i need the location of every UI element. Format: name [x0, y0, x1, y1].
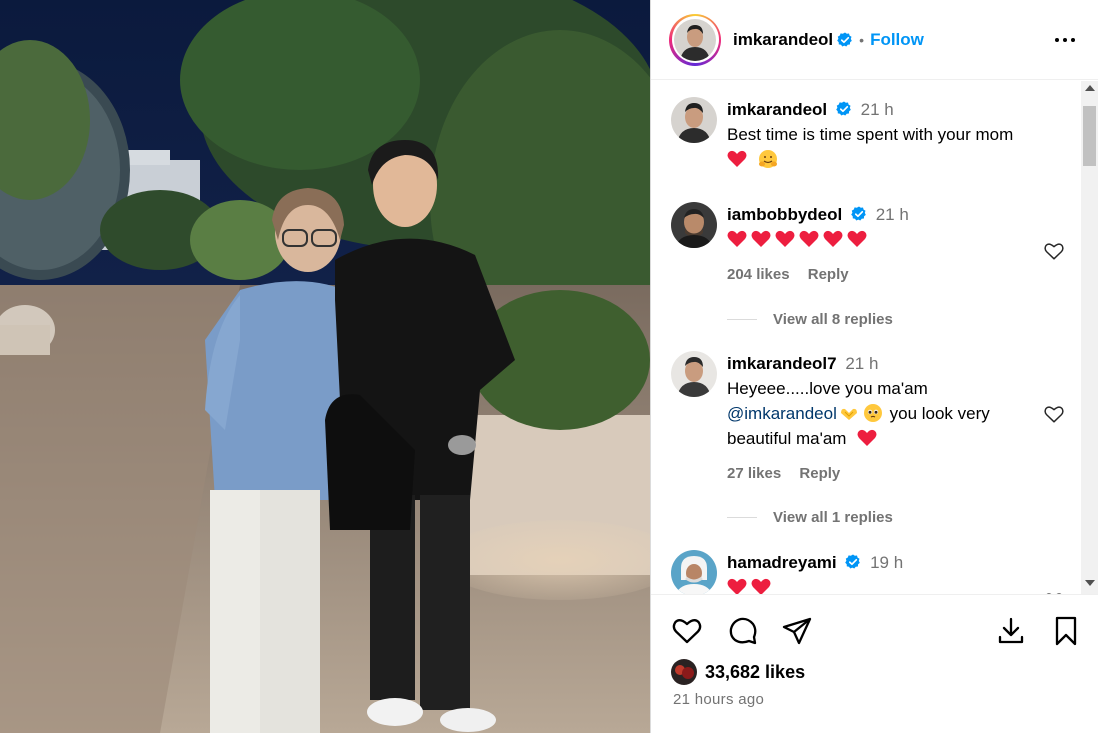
comment-username[interactable]: hamadreyami [727, 553, 837, 572]
comment-username[interactable]: imkarandeol [727, 100, 827, 119]
comment-time[interactable]: 19 h [870, 553, 903, 572]
post-actions: 33,682 likes 21 hours ago [651, 594, 1098, 733]
comment-time[interactable]: 21 h [876, 205, 909, 224]
red-heart-emoji [727, 150, 747, 167]
red-heart-emoji [847, 230, 867, 247]
avatar [674, 18, 716, 61]
avatar[interactable] [671, 351, 717, 397]
red-heart-emoji [751, 230, 771, 247]
comment-text-line1: Heyeee.....love you ma'am [727, 379, 928, 398]
red-heart-emoji [751, 578, 771, 594]
heart-icon[interactable] [1043, 240, 1065, 262]
heart-hands-emoji [840, 408, 857, 420]
verified-icon [837, 32, 852, 46]
comment-item: iambobbydeol 21 h 204 likes Reply [671, 202, 1071, 287]
red-heart-emoji [727, 578, 747, 594]
comments-list[interactable]: imkarandeol 21 h Best time is time spent… [651, 81, 1082, 594]
comment-meta: 27 likes Reply [727, 461, 1071, 486]
red-heart-emoji [823, 230, 843, 247]
caption-text: Best time is time spent with your mom [727, 125, 1014, 144]
view-replies-button[interactable]: View all 8 replies [727, 311, 893, 328]
view-replies-label: View all 8 replies [773, 311, 893, 328]
likes-summary[interactable]: 33,682 likes [671, 659, 805, 685]
comment-text-line2: you look very [889, 404, 990, 423]
heart-icon[interactable] [671, 615, 703, 647]
post-header: imkarandeol • Follow [651, 0, 1098, 80]
comment-likes[interactable]: 204 likes [727, 266, 790, 283]
comment-time[interactable]: 21 h [861, 100, 894, 119]
save-icon[interactable] [1050, 615, 1082, 647]
red-heart-emoji [727, 230, 747, 247]
view-replies-label: View all 1 replies [773, 509, 893, 526]
comment-icon[interactable] [727, 615, 759, 647]
post-timestamp[interactable]: 21 hours ago [673, 691, 764, 708]
share-icon[interactable] [781, 615, 813, 647]
reply-button[interactable]: Reply [808, 266, 849, 283]
scroll-thumb[interactable] [1083, 106, 1096, 166]
caption: imkarandeol 21 h Best time is time spent… [671, 97, 1071, 172]
mention-link[interactable]: @imkarandeol [727, 404, 837, 423]
pleading-face-emoji [863, 404, 882, 422]
avatar[interactable] [671, 202, 717, 248]
comment-username[interactable]: iambobbydeol [727, 205, 842, 224]
red-heart-emoji [799, 230, 819, 247]
red-heart-emoji [775, 230, 795, 247]
comments-scrollbar[interactable] [1081, 81, 1098, 594]
comment-meta: 204 likes Reply [727, 262, 1071, 287]
comment-text [727, 230, 871, 249]
comment-text-line3: beautiful ma'am [727, 429, 847, 448]
download-icon[interactable] [995, 615, 1027, 647]
comment-item: imkarandeol7 21 h Heyeee.....love you ma… [671, 351, 1071, 486]
reply-button[interactable]: Reply [799, 465, 840, 482]
more-icon[interactable] [1053, 28, 1077, 52]
verified-icon [845, 554, 861, 569]
avatar[interactable] [671, 550, 717, 594]
verified-icon [836, 101, 851, 116]
hugging-face-emoji [758, 150, 777, 168]
verified-icon [851, 206, 866, 221]
separator-dot: • [859, 31, 865, 48]
author-username[interactable]: imkarandeol [733, 30, 833, 50]
author-avatar-ring[interactable] [669, 13, 721, 66]
view-replies-button[interactable]: View all 1 replies [727, 509, 893, 526]
comment-likes[interactable]: 27 likes [727, 465, 781, 482]
comment-time[interactable]: 21 h [845, 354, 878, 373]
liker-avatar [671, 659, 697, 685]
heart-icon[interactable] [1043, 403, 1065, 425]
scroll-up-arrow-icon[interactable] [1085, 85, 1095, 91]
likes-count[interactable]: 33,682 likes [705, 662, 805, 683]
scroll-down-arrow-icon[interactable] [1085, 580, 1095, 586]
follow-button[interactable]: Follow [870, 30, 924, 50]
red-heart-emoji [857, 429, 877, 446]
post-detail-panel: imkarandeol • Follow imkarandeol 21 h Be… [650, 0, 1098, 733]
comment-username[interactable]: imkarandeol7 [727, 354, 837, 373]
post-photo[interactable] [0, 0, 650, 733]
avatar[interactable] [671, 97, 717, 143]
comment-item: hamadreyami 19 h [671, 550, 1071, 594]
post-image [0, 0, 650, 733]
